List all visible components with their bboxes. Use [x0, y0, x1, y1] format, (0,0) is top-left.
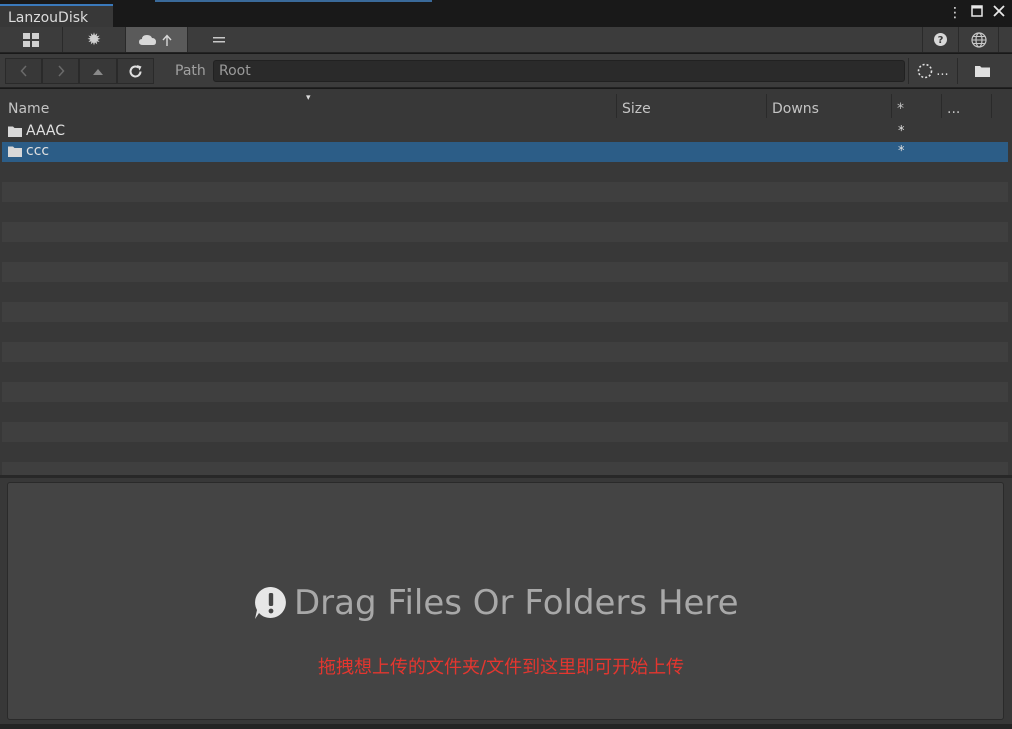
- help-button[interactable]: ?: [922, 27, 959, 52]
- exclamation-bubble-icon: [255, 586, 286, 619]
- folder-icon: [8, 146, 22, 157]
- folder-icon: [8, 126, 22, 137]
- dotted-circle-icon: [917, 63, 933, 79]
- column-divider[interactable]: [766, 94, 767, 118]
- forward-button[interactable]: [42, 58, 79, 84]
- grid-icon: [23, 32, 39, 47]
- chevron-right-icon: [57, 65, 65, 77]
- upload-button[interactable]: [126, 27, 188, 52]
- file-table: Name ▾ Size Downs * ... AAAC * ccc *: [0, 89, 1012, 475]
- help-icon: ?: [934, 33, 947, 46]
- column-header-more[interactable]: ...: [947, 101, 960, 117]
- row-name: ccc: [26, 143, 50, 159]
- column-divider[interactable]: [616, 94, 617, 118]
- column-divider[interactable]: [991, 94, 992, 118]
- svg-text:?: ?: [938, 35, 944, 46]
- tab-lanzoudisk[interactable]: LanzouDisk: [0, 4, 113, 27]
- path-field[interactable]: Root: [213, 60, 905, 82]
- settings-button[interactable]: ✹: [63, 27, 126, 52]
- empty-row: [2, 422, 1008, 442]
- empty-row: [2, 462, 1008, 475]
- window-tab-bar: LanzouDisk ⋮: [0, 0, 1012, 27]
- table-row[interactable]: AAAC *: [2, 122, 1008, 142]
- gear-icon: ✹: [86, 29, 102, 50]
- open-folder-button[interactable]: [957, 58, 1007, 84]
- kebab-menu-icon[interactable]: ⋮: [948, 4, 962, 22]
- up-button[interactable]: [79, 58, 117, 84]
- empty-row: [2, 282, 1008, 302]
- maximize-icon[interactable]: [970, 4, 984, 22]
- folder-icon: [975, 66, 990, 77]
- row-star: *: [898, 144, 905, 159]
- table-row[interactable]: ccc *: [2, 142, 1008, 162]
- refresh-icon: [129, 64, 142, 77]
- empty-row: [2, 162, 1008, 182]
- row-name-cell: AAAC: [8, 123, 65, 139]
- language-button[interactable]: [959, 27, 999, 52]
- empty-row: [2, 242, 1008, 262]
- globe-icon: [970, 31, 987, 48]
- table-body: AAAC * ccc *: [2, 122, 1008, 475]
- row-star: *: [898, 124, 905, 139]
- drop-panel: Drag Files Or Folders Here 拖拽想上传的文件夹/文件到…: [0, 478, 1012, 729]
- empty-row: [2, 322, 1008, 342]
- empty-row: [2, 382, 1008, 402]
- grid-view-button[interactable]: [0, 27, 63, 52]
- loading-button[interactable]: ...: [908, 58, 957, 84]
- column-divider[interactable]: [941, 94, 942, 118]
- drop-title: Drag Files Or Folders Here: [254, 583, 739, 623]
- main-toolbar: ✹ ?: [0, 27, 1012, 53]
- sort-indicator-icon: ▾: [306, 93, 311, 103]
- drop-zone[interactable]: Drag Files Or Folders Here 拖拽想上传的文件夹/文件到…: [7, 482, 1004, 720]
- empty-row: [2, 302, 1008, 322]
- empty-row: [2, 362, 1008, 382]
- menu-button[interactable]: [188, 27, 250, 52]
- empty-row: [2, 222, 1008, 242]
- row-name: AAAC: [26, 123, 66, 139]
- column-header-size[interactable]: Size: [622, 101, 651, 117]
- back-button[interactable]: [5, 58, 42, 84]
- status-strip: [0, 724, 1012, 729]
- table-header: Name ▾ Size Downs * ...: [0, 89, 1012, 122]
- column-divider[interactable]: [891, 94, 892, 118]
- column-header-star[interactable]: *: [897, 101, 904, 117]
- up-arrow-icon: [93, 68, 103, 75]
- empty-row: [2, 262, 1008, 282]
- path-toolbar: Path Root ...: [0, 54, 1012, 88]
- tab-strip-highlight: [155, 0, 432, 2]
- loading-label: ...: [936, 63, 949, 79]
- cloud-upload-icon: [138, 33, 172, 46]
- empty-row: [2, 402, 1008, 422]
- chevron-left-icon: [19, 65, 27, 77]
- empty-row: [2, 442, 1008, 462]
- empty-row: [2, 202, 1008, 222]
- column-header-downs[interactable]: Downs: [772, 101, 819, 117]
- drop-subtitle: 拖拽想上传的文件夹/文件到这里即可开始上传: [318, 657, 685, 678]
- empty-row: [2, 182, 1008, 202]
- close-icon[interactable]: [992, 4, 1006, 22]
- path-label: Path: [175, 63, 206, 79]
- column-header-name[interactable]: Name: [8, 101, 49, 117]
- hamburger-icon: [213, 36, 225, 42]
- refresh-button[interactable]: [117, 58, 154, 84]
- drop-title-text: Drag Files Or Folders Here: [294, 583, 739, 623]
- row-name-cell: ccc: [8, 143, 49, 159]
- window-controls: ⋮: [948, 4, 1006, 22]
- empty-row: [2, 342, 1008, 362]
